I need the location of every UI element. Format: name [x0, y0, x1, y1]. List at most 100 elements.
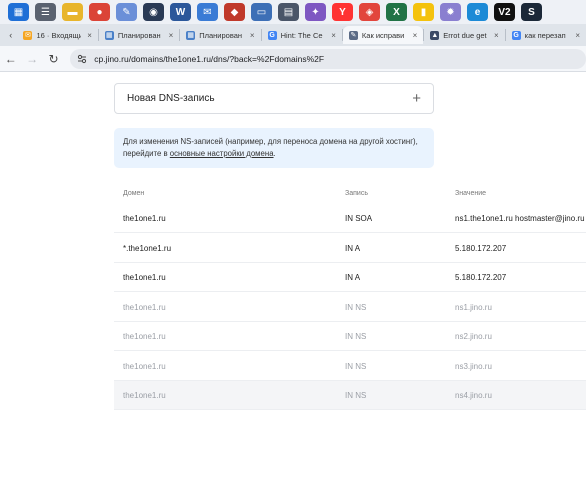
arrow-left-icon: ←: [4, 51, 17, 66]
forward-button[interactable]: →: [21, 48, 42, 70]
table-row[interactable]: the1one1.ru IN NS ns1.jino.ru: [114, 293, 586, 322]
tab-close-icon[interactable]: ×: [575, 31, 580, 40]
tab-close-icon[interactable]: ×: [494, 31, 499, 40]
taskbar: ▦ ☰ ▬ ● ✎ ◉ W ✉ ◆ ▭ ▤ ✦ Y ◈ X ▮ ✹ e V2 S: [0, 0, 586, 24]
browser-toolbar: ← → ↻ cp.jino.ru/domains/the1one1.ru/dns…: [0, 46, 586, 72]
calculator-icon[interactable]: ▤: [278, 3, 299, 21]
sliders-icon[interactable]: ☰: [35, 3, 56, 21]
tab-label: Errot due get: [443, 30, 487, 40]
new-dns-record-panel[interactable]: Новая DNS-запись +: [114, 83, 434, 114]
settings-icon[interactable]: ✹: [440, 3, 461, 21]
browser-tab[interactable]: Gкак перезап ×: [506, 26, 586, 44]
tab-close-icon[interactable]: ×: [413, 31, 418, 40]
monitor-icon[interactable]: ▭: [251, 3, 272, 21]
url-text: cp.jino.ru/domains/the1one1.ru/dns/?back…: [94, 53, 325, 64]
domain-settings-link[interactable]: основные настройки домена: [170, 149, 274, 158]
anydesk-icon[interactable]: ◈: [359, 3, 380, 21]
cell-domain: the1one1.ru: [123, 214, 166, 223]
column-header-record: Запись: [345, 190, 368, 197]
paint-icon[interactable]: ✎: [116, 3, 137, 21]
cell-record: IN NS: [345, 302, 367, 312]
page-content: Новая DNS-запись + Для изменения NS-запи…: [0, 73, 586, 500]
arrow-right-icon: →: [26, 51, 39, 66]
tab-favicon-icon: ▦: [186, 30, 196, 40]
windows-widget-icon[interactable]: ▦: [8, 3, 29, 21]
tab-favicon-icon: G: [511, 30, 521, 40]
reload-icon: ↻: [48, 51, 59, 66]
game-icon[interactable]: ◆: [224, 3, 245, 21]
cell-record: IN NS: [345, 361, 367, 371]
v2-icon[interactable]: V2: [494, 3, 515, 21]
tab-label: Hint: The Ce: [280, 30, 323, 40]
table-row[interactable]: the1one1.ru IN SOA ns1.the1one1.ru hostmas…: [114, 204, 586, 233]
tab-close-icon[interactable]: ×: [331, 31, 336, 40]
plus-icon[interactable]: +: [412, 91, 421, 106]
paint3d-icon[interactable]: ✦: [305, 3, 326, 21]
cell-record: IN A: [345, 243, 361, 253]
tab-label: Как исправи: [361, 30, 405, 40]
tab-close-icon[interactable]: ×: [250, 31, 255, 40]
browser-tab[interactable]: ▦ Планирован ×: [180, 26, 260, 44]
tab-favicon-icon: ✎: [348, 30, 358, 40]
tab-strip: ‹ ✉16 · Входящие×▦Планирован×▦Планирован…: [0, 24, 586, 46]
excel-icon[interactable]: X: [386, 3, 407, 21]
cell-domain: the1one1.ru: [123, 302, 166, 312]
steam-icon[interactable]: S: [521, 3, 542, 21]
tab-label: как перезап: [524, 30, 566, 40]
cell-value: ns1.jino.ru: [455, 302, 492, 312]
table-row[interactable]: the1one1.ru IN NS ns3.jino.ru: [114, 352, 586, 381]
cell-value: 5.180.172.207: [455, 273, 507, 282]
cell-record: IN A: [345, 273, 361, 282]
file-explorer-icon[interactable]: ▬: [62, 3, 83, 21]
info-text-end: .: [273, 149, 276, 158]
notepad-icon[interactable]: ▮: [413, 3, 434, 21]
steam-like-icon[interactable]: ◉: [143, 3, 164, 21]
cell-value: 5.180.172.207: [455, 243, 507, 253]
table-row[interactable]: the1one1.ru IN A 5.180.172.207: [114, 263, 586, 292]
chrome-icon[interactable]: ●: [89, 3, 110, 21]
tab-label: Планирован: [199, 30, 243, 40]
tab-close-icon[interactable]: ×: [87, 31, 92, 40]
table-row[interactable]: the1one1.ru IN NS ns2.jino.ru: [114, 322, 586, 351]
cell-record: IN SOA: [345, 214, 373, 223]
tab-favicon-icon: ▦: [104, 30, 114, 40]
tab-close-icon[interactable]: ×: [169, 31, 174, 40]
browser-tab[interactable]: ✎ Как исправи ×: [342, 26, 424, 44]
cell-value: ns4.jino.ru: [455, 391, 492, 400]
cell-domain: the1one1.ru: [123, 273, 166, 282]
tab-label: 16 · Входящие: [36, 30, 82, 40]
edge-icon[interactable]: e: [467, 3, 488, 21]
browser-tab[interactable]: ▲ Errot due get ×: [424, 26, 504, 44]
browser-tab[interactable]: ▦ Планирован ×: [99, 26, 179, 44]
cell-domain: *.the1one1.ru: [123, 243, 172, 253]
cell-value: ns2.jino.ru: [455, 332, 492, 341]
back-button[interactable]: ←: [0, 48, 21, 70]
cell-value: ns3.jino.ru: [455, 361, 492, 371]
table-row[interactable]: *.the1one1.ru IN A 5.180.172.207: [114, 234, 586, 263]
yandex-browser-icon[interactable]: Y: [332, 3, 353, 21]
tab-label: Планирован: [117, 30, 161, 40]
new-dns-record-title: Новая DNS-запись: [127, 93, 215, 104]
browser-tab[interactable]: G Hint: The Ce ×: [262, 26, 342, 44]
address-bar[interactable]: cp.jino.ru/domains/the1one1.ru/dns/?back…: [70, 48, 586, 69]
word-icon[interactable]: W: [170, 3, 191, 21]
site-info-icon[interactable]: [76, 53, 88, 65]
column-header-domain: Домен: [123, 190, 145, 197]
browser-tab[interactable]: ✉16 · Входящие ×: [17, 26, 97, 44]
mail-icon[interactable]: ✉: [197, 3, 218, 21]
cell-domain: the1one1.ru: [123, 332, 166, 341]
tab-favicon-icon: ✉: [23, 30, 33, 40]
cell-domain: the1one1.ru: [123, 391, 166, 400]
table-row[interactable]: the1one1.ru IN NS ns4.jino.ru: [114, 381, 586, 410]
cell-record: IN NS: [345, 332, 367, 341]
dns-table-header: Домен Запись Значение: [114, 186, 586, 204]
cell-record: IN NS: [345, 391, 367, 400]
tab-favicon-icon: G: [267, 30, 277, 40]
reload-button[interactable]: ↻: [43, 48, 64, 70]
cell-value: ns1.the1one1.ru hostmaster@jino.ru: [455, 214, 585, 223]
tab-favicon-icon: ▲: [430, 30, 440, 40]
tab-search-chevron-icon[interactable]: ‹: [4, 30, 17, 40]
column-header-value: Значение: [455, 190, 487, 197]
ns-info-notice: Для изменения NS-записей (например, для …: [114, 128, 434, 168]
cell-domain: the1one1.ru: [123, 361, 166, 371]
